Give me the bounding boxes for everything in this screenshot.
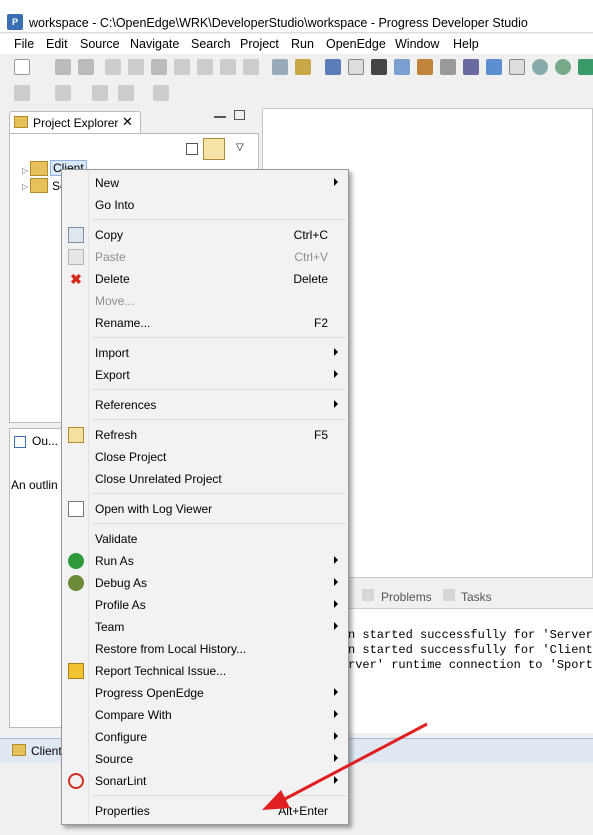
arrow-shaft xyxy=(282,722,428,802)
arrow-head xyxy=(262,790,290,810)
annotation-arrow xyxy=(262,722,428,810)
